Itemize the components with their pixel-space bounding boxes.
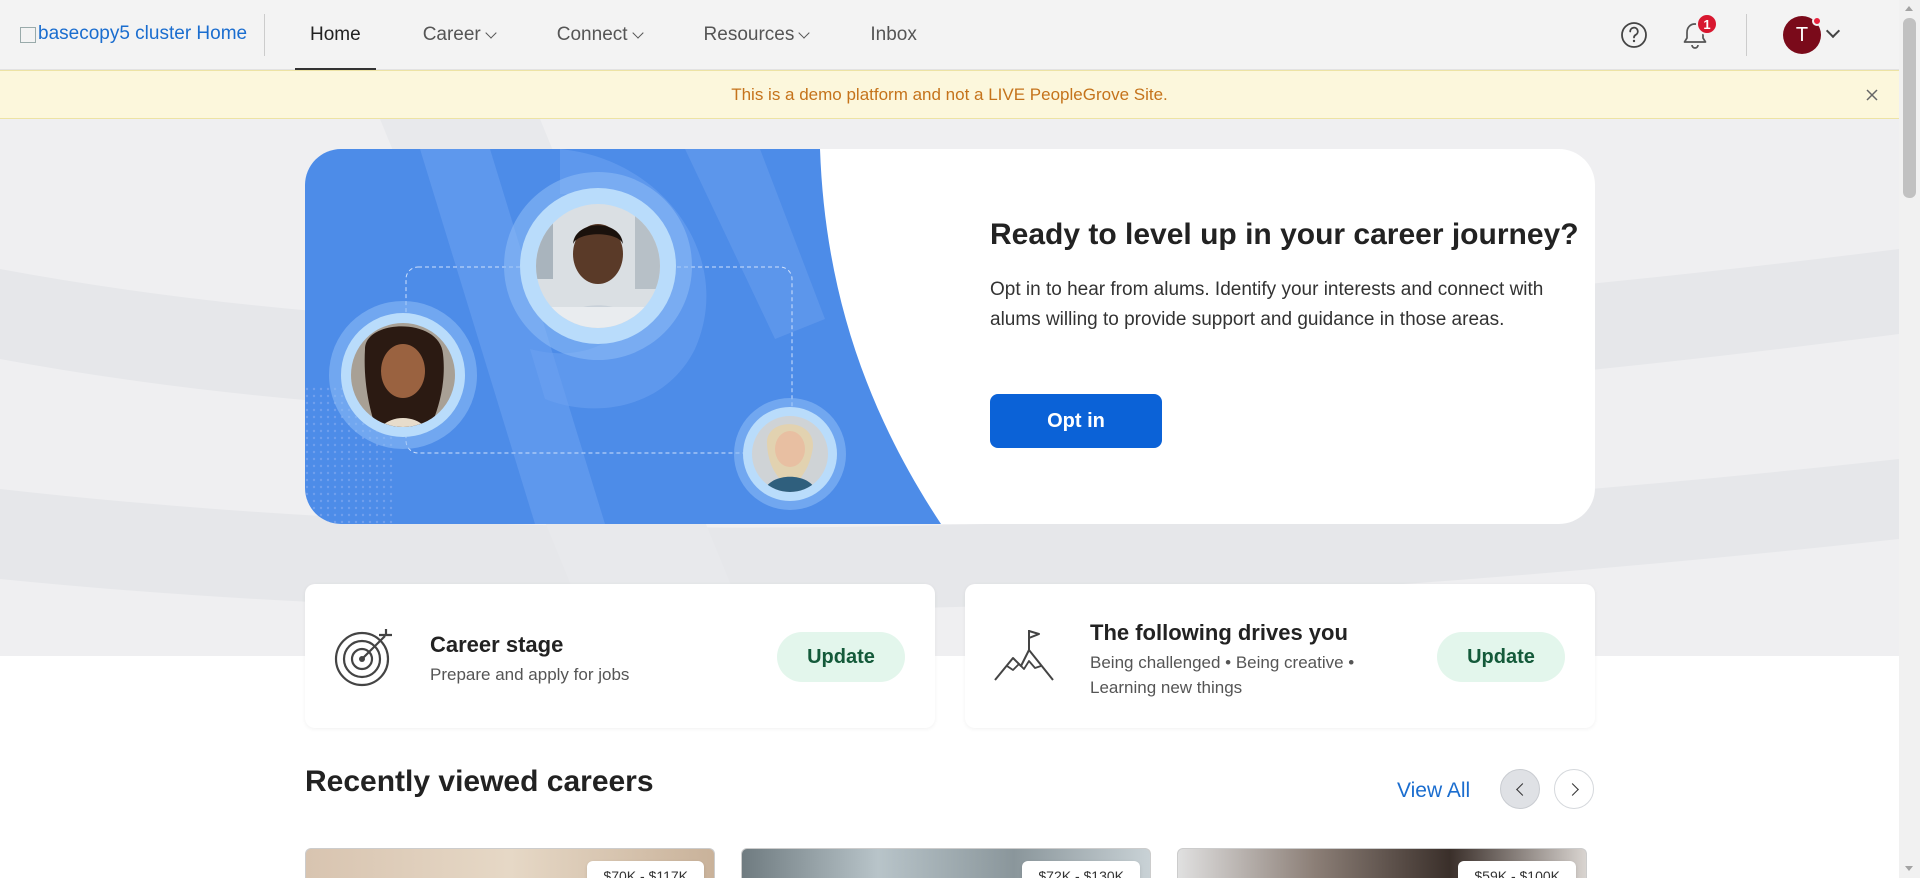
career-card[interactable]: $70K - $117K [305,848,715,878]
career-card[interactable]: $59K - $100K [1177,848,1587,878]
nav-connect-label: Connect [556,24,628,45]
carousel-prev-button[interactable] [1500,769,1540,809]
nav-home[interactable]: Home [295,0,376,70]
demo-banner: This is a demo platform and not a LIVE P… [0,70,1899,119]
view-all-link[interactable]: View All [1397,779,1470,803]
logo-alt-text: basecopy5 cluster Home [38,23,248,44]
nav-inbox-label: Inbox [870,24,917,45]
chevron-down-icon [798,26,811,39]
nav-resources[interactable]: Resources [703,0,811,70]
close-icon[interactable] [1862,85,1882,105]
career-card[interactable]: $72K - $130K [741,848,1151,878]
opt-in-button[interactable]: Opt in [990,394,1162,448]
notification-count-badge: 1 [1696,13,1718,35]
header-divider [264,14,265,56]
opt-in-hero-card: Ready to level up in your career journey… [305,149,1595,524]
mountain-flag-icon [994,630,1054,681]
drives-card: The following drives you Being challenge… [965,584,1595,728]
nav-career-label: Career [422,24,481,45]
hero-title: Ready to level up in your career journey… [990,218,1579,251]
nav-career[interactable]: Career [422,0,497,70]
question-circle-icon[interactable] [1617,18,1651,52]
career-stage-title: Career stage [430,632,564,657]
nav-connect[interactable]: Connect [556,0,644,70]
drives-value: Being challenged • Being creative • Lear… [1090,653,1355,697]
page-scrollbar[interactable] [1899,0,1920,878]
avatar-status-dot [1812,16,1822,26]
nav-home-label: Home [310,24,361,45]
chevron-down-icon [485,26,497,39]
drives-title: The following drives you [1090,620,1348,645]
main-nav: Home Career Connect Resources Inbox [295,0,917,70]
career-stage-value: Prepare and apply for jobs [430,665,630,684]
nav-resources-label: Resources [703,24,795,45]
career-stage-card: Career stage Prepare and apply for jobs … [305,584,935,728]
chevron-down-icon[interactable] [1825,23,1841,39]
scroll-down-arrow-icon[interactable] [1905,866,1913,871]
chevron-down-icon [631,26,644,39]
header-divider [1746,14,1747,56]
nav-inbox[interactable]: Inbox [870,0,916,70]
hero-description: Opt in to hear from alums. Identify your… [990,279,1544,330]
salary-tag: $70K - $117K [587,861,704,878]
top-navbar: basecopy5 cluster Home Home Career Conne… [0,0,1899,70]
chevron-left-icon [1515,782,1529,796]
home-logo-link[interactable]: basecopy5 cluster Home [20,23,247,45]
scrollbar-thumb[interactable] [1903,18,1916,198]
target-icon [334,629,392,687]
drives-update-button[interactable]: Update [1437,632,1565,682]
scroll-up-arrow-icon[interactable] [1905,6,1913,11]
hero-illustration [305,149,941,524]
broken-image-icon [20,27,36,43]
salary-tag: $59K - $100K [1458,861,1576,878]
carousel-next-button[interactable] [1554,769,1594,809]
banner-text: This is a demo platform and not a LIVE P… [731,84,1168,104]
career-stage-update-button[interactable]: Update [777,632,905,682]
salary-tag: $72K - $130K [1022,861,1140,878]
recently-viewed-title: Recently viewed careers [305,765,654,798]
chevron-right-icon [1565,782,1579,796]
